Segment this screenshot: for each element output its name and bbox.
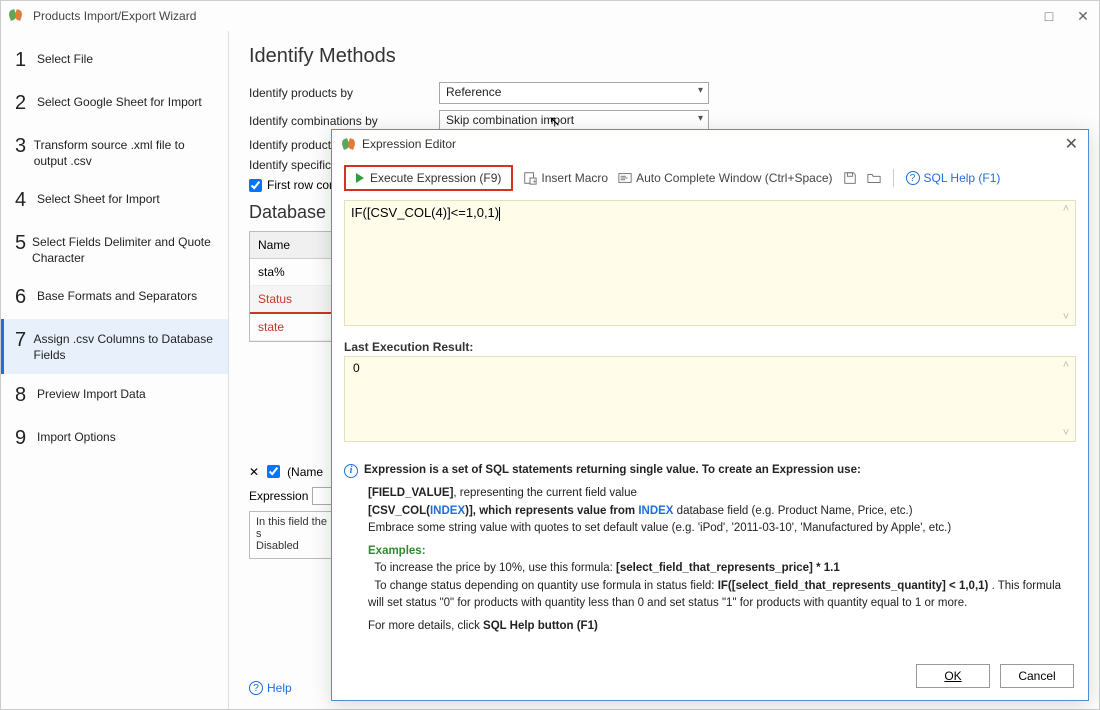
sql-help-icon: ? <box>906 171 920 185</box>
step-8[interactable]: 8Preview Import Data <box>1 374 228 417</box>
auto-complete-icon <box>618 171 632 185</box>
dialog-close-icon[interactable]: ✕ <box>1065 134 1078 154</box>
scroll-down-icon[interactable]: ˅ <box>1059 311 1073 323</box>
window-title: Products Import/Export Wizard <box>33 9 1041 23</box>
help-icon: ? <box>249 681 263 695</box>
expression-code-input[interactable]: IF([CSV_COL(4)]<=1,0,1) ˄ ˅ <box>344 200 1076 326</box>
sql-help-button[interactable]: ? SQL Help (F1) <box>906 171 1001 185</box>
expression-label: Expression <box>249 489 308 503</box>
dialog-titlebar: Expression Editor ✕ <box>332 130 1088 158</box>
ok-button[interactable]: OK <box>916 664 990 688</box>
page-heading: Identify Methods <box>249 45 1079 68</box>
step-4[interactable]: 4Select Sheet for Import <box>1 179 228 222</box>
name-filter-checkbox[interactable] <box>267 465 280 478</box>
toolbar-separator <box>893 169 894 187</box>
step-9[interactable]: 9Import Options <box>1 417 228 460</box>
identify-combinations-label: Identify combinations by <box>249 114 439 128</box>
field-description-box: In this field the s Disabled <box>249 511 337 559</box>
help-link[interactable]: ? Help <box>249 681 292 695</box>
expression-editor-dialog: Expression Editor ✕ Execute Expression (… <box>331 129 1089 701</box>
app-icon <box>9 8 25 24</box>
name-filter-fragment: (Name <box>287 465 323 479</box>
first-row-checkbox[interactable] <box>249 179 262 192</box>
auto-complete-button[interactable]: Auto Complete Window (Ctrl+Space) <box>618 171 832 185</box>
step-3[interactable]: 3Transform source .xml file to output .c… <box>1 125 228 179</box>
dialog-app-icon <box>342 137 356 151</box>
table-header-name[interactable]: Name <box>250 232 336 259</box>
info-icon: i <box>344 464 358 478</box>
last-execution-label: Last Execution Result: <box>344 340 1076 354</box>
execute-expression-button[interactable]: Execute Expression (F9) <box>344 165 513 191</box>
step-1[interactable]: 1Select File <box>1 39 228 82</box>
maximize-icon[interactable]: □ <box>1041 8 1057 25</box>
identify-products-label: Identify products by <box>249 86 439 100</box>
titlebar: Products Import/Export Wizard □ ✕ <box>1 1 1099 31</box>
dialog-title: Expression Editor <box>362 137 1065 151</box>
identify-products-select[interactable]: Reference <box>439 82 709 104</box>
clear-icon[interactable]: ✕ <box>249 465 259 479</box>
result-scroll-up-icon[interactable]: ˄ <box>1059 359 1073 371</box>
main-window: Products Import/Export Wizard □ ✕ 1Selec… <box>0 0 1100 710</box>
step-6[interactable]: 6Base Formats and Separators <box>1 276 228 319</box>
open-icon-button[interactable] <box>867 171 881 185</box>
folder-open-icon <box>867 171 881 185</box>
wizard-sidebar: 1Select File 2Select Google Sheet for Im… <box>1 31 229 709</box>
table-filter-cell[interactable]: sta% <box>250 259 336 286</box>
dialog-toolbar: Execute Expression (F9) + Insert Macro A… <box>332 158 1088 198</box>
help-text-block: iExpression is a set of SQL statements r… <box>344 462 1076 641</box>
step-7[interactable]: 7Assign .csv Columns to Database Fields <box>1 319 228 373</box>
insert-macro-icon: + <box>523 171 537 185</box>
close-icon[interactable]: ✕ <box>1075 8 1091 25</box>
first-row-label-truncated: First row con <box>267 178 336 192</box>
save-icon-button[interactable] <box>843 171 857 185</box>
save-icon <box>843 171 857 185</box>
svg-text:+: + <box>533 178 537 185</box>
execution-result-box: 0 ˄ ˅ <box>344 356 1076 442</box>
result-scroll-down-icon[interactable]: ˅ <box>1059 427 1073 439</box>
fields-table: Name sta% Status state <box>249 231 337 342</box>
table-row-state[interactable]: state <box>250 314 336 341</box>
execution-result-value: 0 <box>353 361 360 375</box>
step-5[interactable]: 5Select Fields Delimiter and Quote Chara… <box>1 222 228 276</box>
play-icon <box>356 173 364 183</box>
insert-macro-button[interactable]: + Insert Macro <box>523 171 608 185</box>
scroll-up-icon[interactable]: ˄ <box>1059 203 1073 215</box>
cancel-button[interactable]: Cancel <box>1000 664 1074 688</box>
step-2[interactable]: 2Select Google Sheet for Import <box>1 82 228 125</box>
table-row-status[interactable]: Status <box>250 286 336 314</box>
